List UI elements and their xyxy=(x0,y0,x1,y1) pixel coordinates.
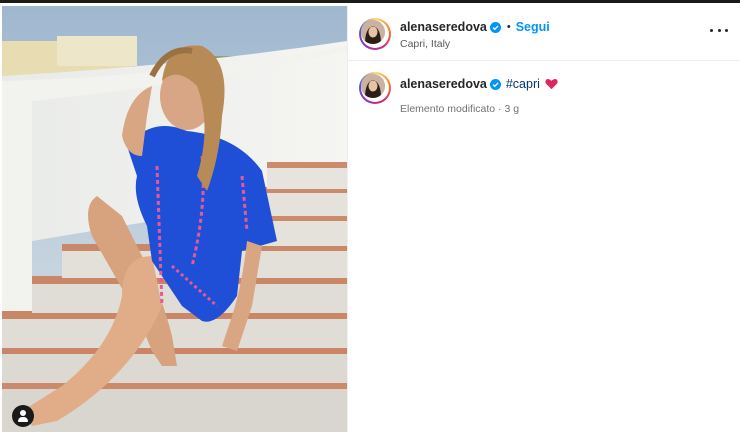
post-photo[interactable] xyxy=(2,6,347,432)
verified-badge-icon xyxy=(489,21,501,33)
post-meta: Elemento modificato · 3 g xyxy=(400,103,520,115)
hashtag-link[interactable]: #capri xyxy=(506,77,540,91)
separator-dot: • xyxy=(506,21,511,33)
caption-username-link[interactable]: alenaseredova xyxy=(400,77,487,91)
post-side-panel: alenaseredova • Segui Capri, Italy alena… xyxy=(347,6,740,432)
red-heart-icon xyxy=(545,79,558,90)
location-link[interactable]: Capri, Italy xyxy=(400,38,450,50)
user-tag-icon[interactable] xyxy=(12,405,34,427)
username-link[interactable]: alenaseredova xyxy=(400,20,487,34)
instagram-post-viewer: alenaseredova • Segui Capri, Italy alena… xyxy=(0,0,740,432)
post-header: alenaseredova • Segui Capri, Italy xyxy=(348,6,740,61)
profile-avatar[interactable] xyxy=(359,18,391,50)
post-caption: alenaseredova #capri Elemento modificato… xyxy=(348,61,740,121)
photo-illustration xyxy=(2,6,347,432)
more-options-icon[interactable] xyxy=(710,24,728,36)
caption-avatar[interactable] xyxy=(359,72,391,104)
verified-badge-icon xyxy=(489,78,501,90)
post-author: alenaseredova • Segui xyxy=(400,20,550,34)
caption-text: alenaseredova #capri xyxy=(400,77,558,91)
follow-button[interactable]: Segui xyxy=(516,20,550,34)
